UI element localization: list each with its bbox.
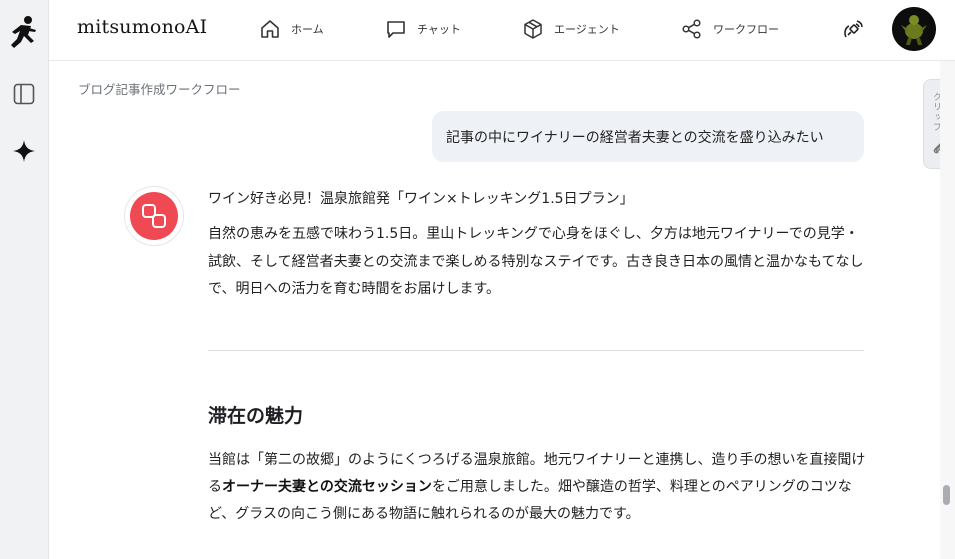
home-icon (261, 20, 279, 38)
reply-title: ワイン好き必見！温泉旅館発「ワイン×トレッキング1.5日プラン」 (208, 191, 634, 207)
user-avatar[interactable] (892, 7, 936, 51)
user-message-text: 記事の中にワイナリーの経営者夫妻との交流を盛り込みたい (446, 129, 824, 146)
nav-agent-label: エージェント (554, 23, 620, 36)
bot-avatar-badge (130, 192, 178, 240)
left-rail (0, 0, 49, 559)
nav-chat-label: チャット (417, 23, 461, 36)
nav-agent[interactable]: エージェント (522, 17, 620, 41)
satellite-icon[interactable] (842, 17, 866, 41)
section-body-bold: オーナー夫妻との交流セッション (222, 479, 432, 495)
brand-title[interactable]: mitsumonoAI (77, 16, 207, 38)
scrollbar-thumb[interactable] (943, 485, 950, 505)
breadcrumb: ブログ記事作成ワークフロー (78, 82, 241, 97)
nav-home-label: ホーム (291, 23, 324, 36)
top-header: mitsumonoAI ホーム チャット エージェント ワークフロー (49, 0, 955, 61)
section-divider (208, 350, 864, 351)
user-message-bubble: 記事の中にワイナリーの経営者夫妻との交流を盛り込みたい (432, 111, 864, 162)
nav-workflow[interactable]: ワークフロー (681, 17, 779, 41)
share-nodes-icon (682, 19, 701, 39)
chat-icon (387, 21, 405, 38)
section-heading: 滞在の魅力 (208, 405, 304, 427)
sidebar-toggle-icon[interactable] (13, 83, 35, 105)
bot-avatar (124, 186, 184, 246)
reply-intro: 自然の恵みを五感で味わう1.5日。里山トレッキングで心身をほぐし、夕方は地元ワイ… (208, 226, 864, 297)
nav-chat[interactable]: チャット (385, 17, 461, 41)
workflow-blocks-icon (142, 204, 166, 228)
runner-logo-icon[interactable] (9, 15, 39, 51)
nav-home[interactable]: ホーム (259, 17, 324, 41)
sparkle-icon[interactable] (12, 139, 36, 163)
avatar-figure-icon (892, 7, 936, 51)
section-body: 当館は「第二の故郷」のようにくつろげる温泉旅館。地元ワイナリーと連携し、造り手の… (208, 447, 868, 528)
cube-icon (524, 19, 542, 39)
nav-workflow-label: ワークフロー (713, 23, 779, 36)
